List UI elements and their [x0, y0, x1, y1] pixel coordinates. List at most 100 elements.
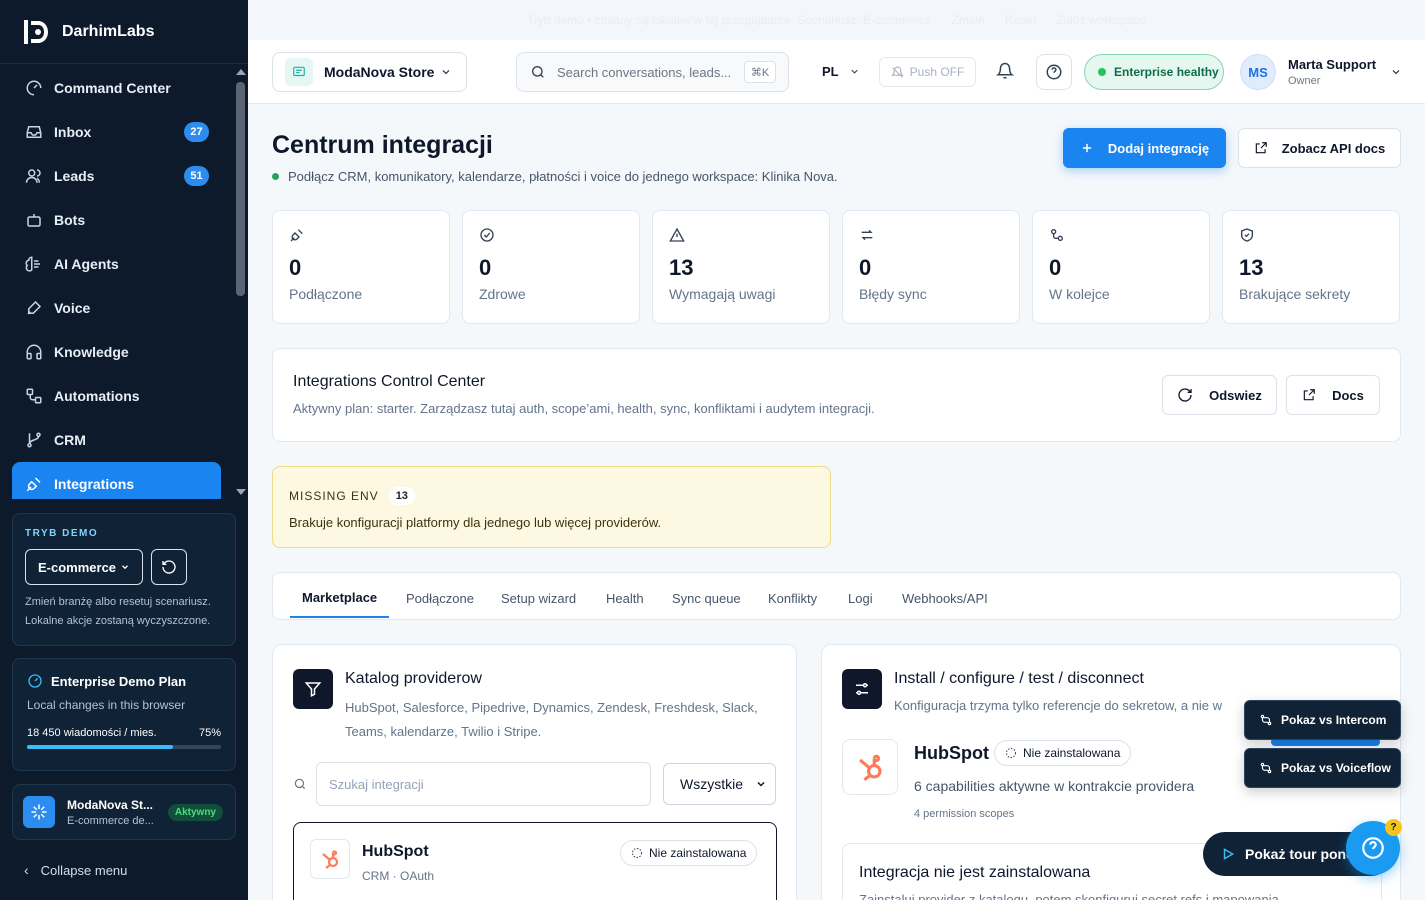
language-value: PL	[822, 64, 839, 79]
stat-value: 0	[859, 255, 872, 280]
banner-change-link[interactable]: Zmień	[951, 13, 984, 27]
sidebar-item-label: AI Agents	[54, 256, 119, 272]
plan-panel: Enterprise Demo Plan Local changes in th…	[12, 658, 236, 771]
tab-connected[interactable]: Podłączone	[406, 591, 474, 606]
refresh-icon	[162, 560, 176, 574]
page-subtitle-text: Podłącz CRM, komunikatory, kalendarze, p…	[288, 169, 838, 184]
integration-search-input[interactable]: Szukaj integracji	[316, 762, 651, 806]
brain-icon	[25, 256, 40, 272]
provider-name: HubSpot	[362, 843, 429, 860]
tab-logs[interactable]: Logi	[848, 591, 873, 606]
user-menu[interactable]: MS Marta Support Owner	[1240, 54, 1402, 90]
scroll-up-arrow[interactable]	[236, 69, 246, 75]
scroll-down-arrow[interactable]	[236, 489, 246, 495]
search-input[interactable]: Search conversations, leads... ⌘K	[516, 52, 789, 92]
external-link-icon	[1255, 142, 1267, 154]
sparkle-icon	[31, 804, 47, 820]
top-header: ModaNova Store Search conversations, lea…	[248, 40, 1425, 104]
workspace-avatar	[23, 796, 55, 828]
language-selector[interactable]: PL	[822, 64, 860, 79]
user-name: Marta Support	[1288, 57, 1377, 72]
tab-health[interactable]: Health	[606, 591, 644, 606]
compare-voiceflow-button[interactable]: Pokaz vs Voiceflow	[1244, 748, 1401, 788]
industry-select[interactable]: E-commerce	[25, 549, 143, 585]
provider-card-hubspot[interactable]: HubSpot CRM · OAuth Nie zainstalowana	[293, 822, 777, 900]
collapse-menu-button[interactable]: ‹ Collapse menu	[24, 862, 127, 878]
compare-icon	[1260, 714, 1272, 726]
sidebar-item-label: Knowledge	[54, 344, 129, 360]
stat-card-queue: 0 W kolejce	[1032, 210, 1210, 324]
app-name: DarhimLabs	[62, 22, 155, 40]
tab-marketplace[interactable]: Marketplace	[289, 590, 390, 618]
stat-label: Wymagają uwagi	[669, 286, 776, 302]
sidebar-scrollbar[interactable]	[233, 64, 248, 500]
docs-button[interactable]: Docs	[1286, 375, 1380, 415]
integration-search-placeholder: Szukaj integracji	[329, 776, 424, 792]
stat-label: W kolejce	[1049, 286, 1110, 302]
loader-icon	[1006, 748, 1016, 758]
compare-intercom-button[interactable]: Pokaz vs Intercom	[1244, 700, 1401, 740]
stat-value: 0	[289, 255, 302, 280]
plan-subtitle: Local changes in this browser	[27, 698, 186, 712]
docs-label: Docs	[1332, 387, 1364, 403]
health-status-badge[interactable]: Enterprise healthy	[1084, 54, 1224, 90]
stat-value: 13	[1239, 255, 1264, 280]
api-docs-button[interactable]: Zobacz API docs	[1238, 128, 1401, 168]
chevron-down-icon	[757, 781, 765, 787]
help-button[interactable]	[1036, 54, 1072, 90]
stat-card-connected: 0 Podłączone	[272, 210, 450, 324]
sidebar-item-integrations[interactable]: Integrations	[12, 462, 221, 499]
sidebar-item-leads[interactable]: Leads 51	[0, 154, 233, 198]
sidebar-item-bots[interactable]: Bots	[0, 198, 233, 242]
user-role: Owner	[1288, 75, 1321, 87]
provider-status-pill: Nie zainstalowana	[620, 840, 758, 866]
plus-icon	[1082, 143, 1092, 153]
permission-scopes-text: 4 permission scopes	[914, 808, 1015, 820]
gauge-icon	[26, 80, 42, 96]
plan-usage: 18 450 wiadomości / mies.	[27, 727, 157, 739]
workspace-status-badge: Aktywny	[167, 804, 223, 821]
scrollbar-thumb[interactable]	[236, 82, 245, 296]
sidebar-item-voice[interactable]: Voice	[0, 286, 233, 330]
tab-conflicts[interactable]: Konflikty	[768, 591, 817, 606]
stat-value: 0	[479, 255, 492, 280]
tab-webhooks-api[interactable]: Webhooks/API	[902, 591, 988, 606]
sidebar-item-ai-agents[interactable]: AI Agents	[0, 242, 233, 286]
users-icon	[25, 169, 41, 183]
logo-icon	[24, 19, 48, 44]
store-selector[interactable]: ModaNova Store	[272, 52, 467, 92]
logo[interactable]: DarhimLabs	[0, 0, 248, 64]
sidebar-item-command-center[interactable]: Command Center	[0, 66, 233, 110]
provider-catalog-panel: Katalog providerow HubSpot, Salesforce, …	[272, 644, 797, 900]
sidebar-item-label: Voice	[54, 300, 91, 316]
headphones-icon	[26, 344, 42, 360]
control-center-desc: Aktywny plan: starter. Zarządzasz tutaj …	[293, 401, 875, 416]
plan-name: Enterprise Demo Plan	[51, 673, 187, 689]
bell-icon[interactable]	[996, 62, 1014, 80]
sidebar-item-crm[interactable]: CRM	[0, 418, 233, 462]
sidebar-item-automations[interactable]: Automations	[0, 374, 233, 418]
push-toggle-button[interactable]: Push OFF	[879, 57, 976, 87]
tab-setup-wizard[interactable]: Setup wizard	[501, 591, 576, 606]
add-integration-button[interactable]: Dodaj integrację	[1063, 128, 1226, 168]
workspace-switcher[interactable]: ModaNova St... E-commerce de... Aktywny	[12, 784, 236, 840]
sidebar-item-label: Bots	[54, 212, 86, 228]
tab-sync-queue[interactable]: Sync queue	[672, 591, 741, 606]
banner-reset-link[interactable]: Reset	[1005, 13, 1036, 27]
play-icon	[1223, 848, 1235, 860]
help-circle-icon	[1046, 64, 1062, 80]
category-filter-select[interactable]: Wszystkie	[663, 763, 776, 805]
filter-icon	[293, 669, 333, 709]
help-chat-button[interactable]: ?	[1346, 819, 1402, 875]
catalog-desc: HubSpot, Salesforce, Pipedrive, Dynamics…	[345, 700, 758, 739]
sidebar-item-label: CRM	[54, 432, 86, 448]
banner-text: Tryb demo • zmiany są lokalne w tej prze…	[526, 13, 932, 27]
refresh-button[interactable]: Odswiez	[1162, 375, 1277, 415]
hubspot-logo-icon	[842, 739, 898, 795]
sidebar-item-inbox[interactable]: Inbox 27	[0, 110, 233, 154]
reset-scenario-button[interactable]	[151, 549, 187, 585]
compare-icon	[1260, 762, 1272, 774]
banner-create-link[interactable]: Załóż workspace	[1056, 13, 1146, 27]
avatar: MS	[1240, 54, 1276, 90]
sidebar-item-knowledge[interactable]: Knowledge	[0, 330, 233, 374]
